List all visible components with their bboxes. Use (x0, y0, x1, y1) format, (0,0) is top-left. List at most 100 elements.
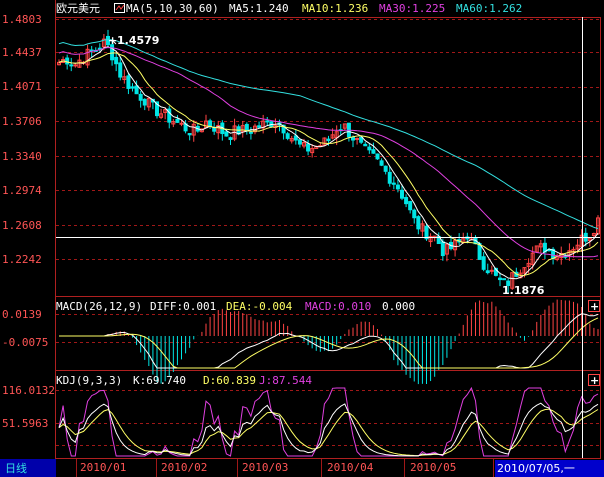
kdj-indicator-name: KDJ(9,3,3) (56, 374, 122, 387)
main-legend: 欧元美元 MA(5,10,30,60) MA5:1.240 MA10:1.236… (56, 2, 522, 15)
kdj-d-line (58, 408, 599, 457)
cursor-date-label: 2010/07/05,一 (497, 462, 575, 475)
kdj-y-tick-label: 116.0132 (2, 384, 55, 397)
candle-body (416, 216, 421, 230)
macd-value-label: MACD:0.010 (305, 300, 371, 313)
x-tick-label: 2010/04 (327, 461, 374, 474)
macd-extra-label: 0.000 (382, 300, 415, 313)
macd-y-tick-label: 0.0139 (2, 308, 42, 321)
kdj-j-label: J:87.544 (259, 374, 312, 387)
macd-legend: MACD(26,12,9) DIFF:0.001 DEA:-0.004 MACD… (56, 300, 415, 313)
candle-body (297, 139, 302, 145)
instrument-title: 欧元美元 (56, 2, 100, 15)
candle-body (485, 270, 490, 274)
high-plus-sign: + (108, 34, 117, 47)
candle-body (375, 153, 380, 160)
candle-body (114, 56, 119, 65)
candle-body (228, 137, 233, 141)
candle-body (379, 160, 384, 166)
period-tab-daily[interactable]: 日线 (5, 461, 27, 475)
high-marker: + 1.4579 (108, 34, 159, 47)
ma60-line (58, 38, 599, 230)
kdj-k-label: K:69.740 (133, 374, 186, 387)
candle-body (367, 146, 372, 151)
candle-body (395, 184, 400, 190)
y-tick-label: 1.4071 (2, 80, 42, 93)
candle-body (351, 137, 355, 141)
svg-text:+: + (590, 374, 599, 387)
candle-body (244, 123, 249, 131)
candle-body (212, 127, 217, 132)
candle-body (424, 225, 429, 240)
candle-body (265, 120, 270, 123)
indicator-name: MA(5,10,30,60) (126, 2, 219, 15)
x-tick-label: 2010/05 (410, 461, 456, 474)
candle-body (224, 131, 229, 137)
candle-body (363, 143, 368, 147)
candle-body (69, 64, 74, 67)
y-tick-label: 1.3340 (2, 150, 42, 163)
candle-body (306, 143, 311, 152)
candle-body (502, 278, 507, 281)
kdj-d-label: D:60.839 (203, 374, 256, 387)
candle-body (412, 209, 417, 219)
macd-dea-label: DEA:-0.004 (226, 300, 293, 313)
stock-chart: 1.4803 1.4437 1.4071 1.3706 1.3340 1.297… (0, 0, 604, 477)
high-value-label: 1.4579 (117, 34, 159, 47)
candle-body (187, 133, 192, 136)
candle-body (383, 165, 388, 172)
candle-body (400, 189, 404, 199)
macd-y-tick-label: -0.0075 (2, 336, 48, 349)
macd-y-axis: 0.0139 -0.0075 (2, 308, 48, 349)
candle-body (408, 201, 413, 211)
candle-body (65, 57, 70, 65)
candle-body (175, 118, 180, 123)
kdj-legend: KDJ(9,3,3) K:69.740 D:60.839 J:87.544 (56, 374, 312, 387)
kdj-y-tick-label: 51.5963 (2, 417, 48, 430)
ma60-label: MA60:1.262 (456, 2, 522, 15)
y-tick-label: 1.2974 (2, 184, 42, 197)
y-tick-label: 1.3706 (2, 115, 42, 128)
candle-body (248, 131, 253, 134)
candlesticks (57, 29, 600, 293)
candle-body (73, 64, 78, 67)
candle-body (440, 241, 445, 257)
macd-diff-label: DIFF:0.001 (150, 300, 216, 313)
candle-body (371, 149, 376, 154)
candle-body (326, 138, 331, 142)
y-tick-label: 1.2242 (2, 253, 42, 266)
candle-body (498, 277, 502, 281)
kdj-expand-button[interactable]: + (588, 374, 600, 387)
low-value-label: 1.1876 (502, 284, 545, 297)
y-tick-label: 1.4437 (2, 46, 42, 59)
kdj-y-axis: 116.0132 51.5963 (2, 384, 55, 430)
main-y-axis: 1.4803 1.4437 1.4071 1.3706 1.3340 1.297… (2, 13, 42, 266)
ma10-line (58, 52, 599, 276)
y-tick-label: 1.4803 (2, 13, 42, 26)
candle-body (118, 62, 123, 78)
indicator-switch-icon[interactable] (114, 3, 125, 13)
candle-body (404, 197, 409, 205)
x-tick-label: 2010/02 (161, 461, 207, 474)
candle-body (481, 256, 486, 270)
candle-body (142, 98, 147, 106)
moving-average-lines (58, 38, 599, 280)
candle-body (208, 120, 213, 127)
candle-body (138, 93, 143, 101)
low-marker: 1.1876 (502, 284, 545, 297)
candle-body (285, 133, 290, 139)
footer-bar: 日线 2010/01 2010/02 2010/03 2010/04 2010/… (0, 459, 604, 477)
chart-window: 1.4803 1.4437 1.4071 1.3706 1.3340 1.297… (0, 0, 604, 477)
panel-frames (55, 0, 601, 477)
macd-expand-button[interactable]: + (588, 300, 600, 313)
candle-body (257, 125, 262, 128)
macd-indicator-name: MACD(26,12,9) (56, 300, 142, 313)
x-tick-label: 2010/03 (242, 461, 288, 474)
x-tick-label: 2010/01 (80, 461, 126, 474)
y-tick-label: 1.2608 (2, 219, 42, 232)
ma10-label: MA10:1.236 (302, 2, 368, 15)
svg-text:+: + (590, 300, 599, 313)
candle-body (130, 86, 135, 89)
candle-body (387, 171, 392, 184)
candle-body (134, 85, 139, 95)
